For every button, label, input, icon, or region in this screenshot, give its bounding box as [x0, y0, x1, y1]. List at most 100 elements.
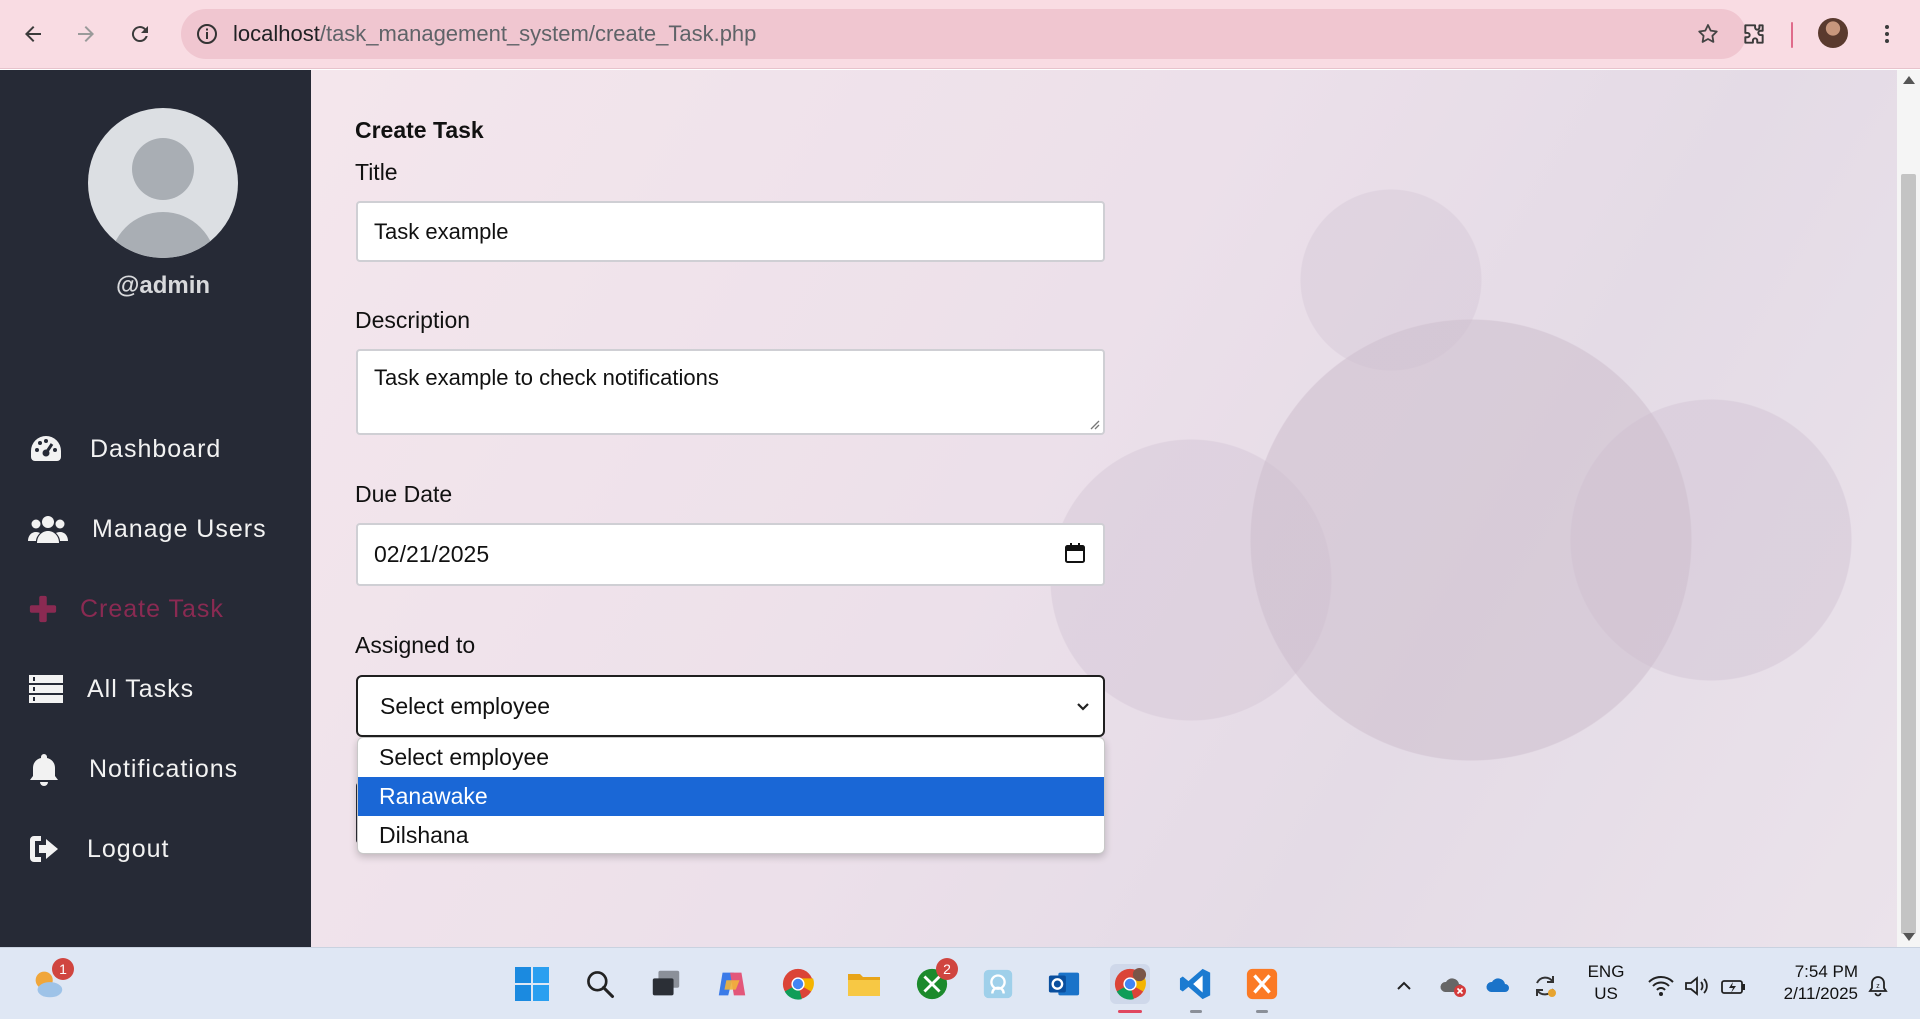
- logout-icon: [28, 831, 68, 867]
- clock[interactable]: 7:54 PM 2/11/2025: [1768, 961, 1858, 1005]
- task-view-button[interactable]: [646, 964, 686, 1004]
- assigned-to-selected-value: Select employee: [380, 692, 551, 719]
- due-date-label: Due Date: [355, 481, 453, 507]
- active-app-indicator: [1118, 1010, 1142, 1013]
- clock-time: 7:54 PM: [1794, 962, 1858, 981]
- chevron-down-icon: [1077, 703, 1089, 711]
- sidebar: @admin Dashboard Manage Users Create Tas…: [0, 70, 311, 947]
- browser-menu-button[interactable]: [1870, 17, 1904, 51]
- copilot-icon: [718, 972, 746, 996]
- user-avatar: [88, 108, 238, 258]
- wifi-icon: [1648, 976, 1674, 996]
- option-select-employee[interactable]: Select employee: [358, 738, 1104, 777]
- running-app-indicator: [1190, 1010, 1202, 1013]
- users-icon: [28, 511, 68, 547]
- chevron-up-icon: [1397, 981, 1411, 990]
- search-button[interactable]: [580, 964, 620, 1004]
- xbox-button[interactable]: 2: [912, 958, 958, 1004]
- volume-icon: [1685, 976, 1708, 996]
- sidebar-item-label: Logout: [87, 834, 170, 863]
- outlook-button[interactable]: [1044, 964, 1084, 1004]
- plus-icon: [28, 591, 68, 627]
- battery-charging-icon: [1721, 980, 1745, 994]
- onedrive-error-tray[interactable]: [1438, 966, 1468, 1006]
- volume-tray[interactable]: [1684, 966, 1710, 1006]
- extensions-button[interactable]: [1737, 17, 1771, 51]
- svg-text:z: z: [1876, 983, 1880, 990]
- calendar-icon[interactable]: [1063, 541, 1087, 565]
- wifi-tray[interactable]: [1648, 966, 1674, 1006]
- sync-tray[interactable]: [1532, 966, 1558, 1006]
- reload-button[interactable]: [123, 17, 157, 51]
- copilot-button[interactable]: [712, 964, 752, 1004]
- due-date-input[interactable]: 02/21/2025: [356, 523, 1105, 586]
- windows-taskbar: 1 2 ENG US 7:54 PM 2/11/2025 z: [0, 947, 1920, 1019]
- sidebar-item-label: Notifications: [89, 754, 239, 783]
- forward-button[interactable]: [69, 17, 103, 51]
- sidebar-item-label: Manage Users: [92, 514, 267, 543]
- sidebar-item-all-tasks[interactable]: All Tasks: [28, 667, 194, 711]
- reload-icon: [131, 26, 148, 43]
- chrome-profile-taskbar-button[interactable]: [1110, 964, 1150, 1013]
- bookmark-star-icon[interactable]: [1696, 22, 1720, 46]
- assigned-to-label: Assigned to: [355, 632, 476, 658]
- assigned-to-select[interactable]: Select employee: [356, 675, 1105, 737]
- folder-icon: [848, 974, 880, 996]
- sidebar-item-dashboard[interactable]: Dashboard: [28, 427, 221, 471]
- resize-handle-icon[interactable]: [1088, 418, 1100, 430]
- start-button[interactable]: [512, 964, 552, 1004]
- chrome-taskbar-button[interactable]: [778, 964, 818, 1004]
- notification-center-button[interactable]: z: [1866, 966, 1890, 1006]
- option-dilshana[interactable]: Dilshana: [358, 816, 1104, 853]
- file-explorer-button[interactable]: [844, 964, 884, 1004]
- sidebar-item-manage-users[interactable]: Manage Users: [28, 507, 267, 551]
- bell-icon: [28, 751, 68, 787]
- main-content: Create Task Title Task example Descripti…: [311, 70, 1897, 947]
- toolbar-separator: [1791, 22, 1793, 48]
- description-textarea[interactable]: Task example to check notifications: [356, 349, 1105, 435]
- weather-badge: 1: [52, 958, 74, 980]
- show-hidden-icons-button[interactable]: [1394, 966, 1414, 1006]
- title-input[interactable]: Task example: [356, 201, 1105, 262]
- chrome-profile-icon: [1114, 967, 1147, 1000]
- title-label: Title: [355, 159, 398, 185]
- xampp-icon: [1246, 968, 1278, 1000]
- assigned-to-dropdown-list: Select employee Ranawake Dilshana: [357, 737, 1105, 854]
- profile-avatar[interactable]: [1818, 18, 1848, 48]
- sidebar-item-notifications[interactable]: Notifications: [28, 747, 238, 791]
- sidebar-item-create-task[interactable]: Create Task: [28, 587, 224, 631]
- forward-arrow-icon: [78, 26, 94, 42]
- sidebar-item-label: All Tasks: [87, 674, 195, 703]
- app-launcher-button[interactable]: [978, 964, 1018, 1004]
- sidebar-item-label: Create Task: [80, 594, 224, 623]
- title-input-value: Task example: [374, 218, 509, 244]
- weather-widget[interactable]: 1: [28, 958, 74, 1004]
- scroll-thumb[interactable]: [1901, 174, 1916, 934]
- list-icon: [28, 671, 68, 707]
- scroll-down-arrow-icon[interactable]: [1903, 933, 1915, 941]
- xampp-button[interactable]: [1242, 964, 1282, 1013]
- description-value: Task example to check notifications: [374, 365, 719, 390]
- running-app-indicator: [1256, 1010, 1268, 1013]
- sidebar-item-logout[interactable]: Logout: [28, 827, 169, 871]
- language-indicator[interactable]: ENG US: [1584, 961, 1628, 1005]
- url-host: localhost: [233, 21, 320, 46]
- due-date-value: 02/21/2025: [374, 541, 490, 567]
- page-scrollbar[interactable]: [1897, 70, 1920, 947]
- site-info-icon[interactable]: [195, 22, 219, 46]
- vscode-button[interactable]: [1176, 964, 1216, 1013]
- username-label: @admin: [115, 272, 211, 299]
- back-arrow-icon: [25, 26, 41, 42]
- sidebar-item-label: Dashboard: [90, 434, 222, 463]
- onedrive-tray[interactable]: [1484, 966, 1514, 1006]
- option-ranawake[interactable]: Ranawake: [358, 777, 1104, 816]
- back-button[interactable]: [16, 17, 50, 51]
- scroll-up-arrow-icon[interactable]: [1903, 76, 1915, 84]
- outlook-icon: [1048, 972, 1080, 996]
- clock-date: 2/11/2025: [1783, 984, 1858, 1003]
- address-bar[interactable]: localhost/task_management_system/create_…: [181, 9, 1746, 59]
- sync-icon: [1536, 976, 1556, 997]
- battery-tray[interactable]: [1720, 966, 1748, 1006]
- search-icon: [587, 971, 614, 998]
- url-text: localhost/task_management_system/create_…: [233, 21, 756, 47]
